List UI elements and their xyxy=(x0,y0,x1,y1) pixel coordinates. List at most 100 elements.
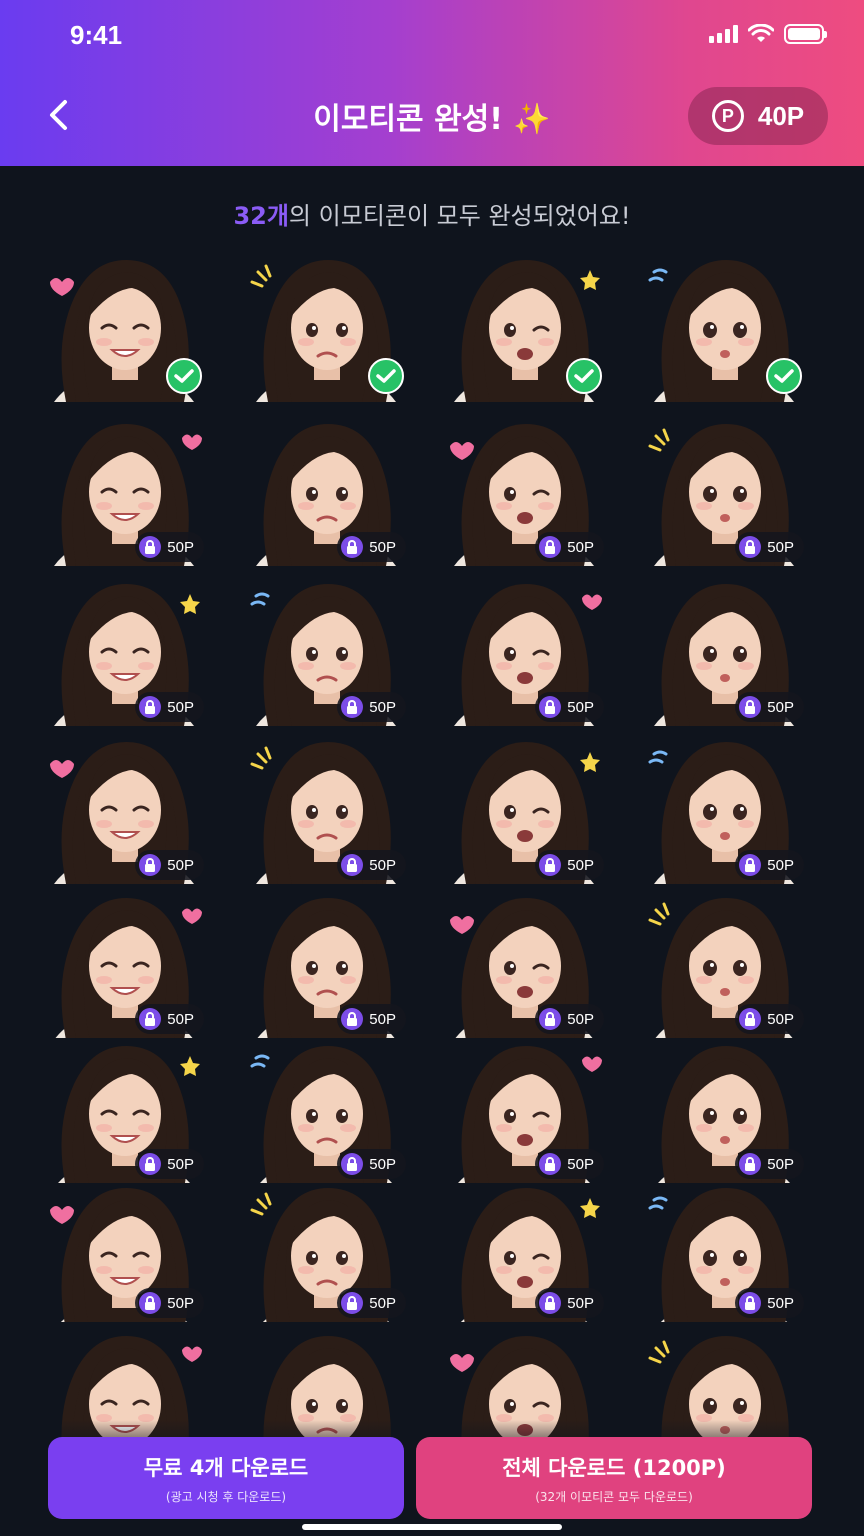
lock-icon xyxy=(739,1153,762,1175)
price-badge: 50P xyxy=(337,1149,406,1179)
emoticon-tile-sulky[interactable]: 50P xyxy=(640,1038,808,1183)
lock-icon xyxy=(739,536,762,558)
emoticon-grid: 50P 50P 50P 50P 50P 50P 50P 50P 50P 50P 50P 50P 50P 5… xyxy=(0,0,864,1536)
price-label: 50P xyxy=(369,1155,396,1173)
lock-icon xyxy=(739,1292,762,1314)
price-label: 50P xyxy=(167,698,194,716)
emoticon-tile-excited-sparkle[interactable]: 50P xyxy=(242,1180,410,1322)
price-label: 50P xyxy=(567,1294,594,1312)
price-badge: 50P xyxy=(535,692,604,722)
emoticon-tile-wink-star[interactable]: 50P xyxy=(640,576,808,726)
lock-icon xyxy=(139,1292,162,1314)
lock-icon xyxy=(341,1008,364,1030)
emoticon-tile-surprised-hand[interactable] xyxy=(640,252,808,402)
price-badge: 50P xyxy=(735,1288,804,1318)
price-label: 50P xyxy=(767,698,794,716)
price-label: 50P xyxy=(567,538,594,556)
all-download-sublabel: (32개 이모티콘 모두 다운로드) xyxy=(535,1489,693,1504)
emoticon-tile-sad-tear[interactable] xyxy=(242,252,410,402)
price-label: 50P xyxy=(767,538,794,556)
lock-icon xyxy=(139,1008,162,1030)
price-badge: 50P xyxy=(135,1004,204,1034)
price-badge: 50P xyxy=(337,1288,406,1318)
price-badge: 50P xyxy=(735,850,804,880)
emoticon-tile-wailing[interactable]: 50P xyxy=(440,734,608,884)
emoticon-tile-heart-eyes-kiss[interactable]: 50P xyxy=(40,416,208,566)
emoticon-tile-angry[interactable] xyxy=(440,252,608,402)
emoticon-tile-huff-pout[interactable]: 50P xyxy=(40,576,208,726)
lock-icon xyxy=(341,1153,364,1175)
emoticon-tile-panic-sweat[interactable]: 50P xyxy=(40,1180,208,1322)
emoticon-tile-grin-sparkle[interactable]: 50P xyxy=(40,734,208,884)
price-label: 50P xyxy=(567,1155,594,1173)
price-label: 50P xyxy=(369,856,396,874)
price-badge: 50P xyxy=(135,1288,204,1318)
price-badge: 50P xyxy=(535,1004,604,1034)
price-badge: 50P xyxy=(735,1004,804,1034)
price-label: 50P xyxy=(369,1294,396,1312)
price-label: 50P xyxy=(167,856,194,874)
price-label: 50P xyxy=(767,856,794,874)
price-badge: 50P xyxy=(135,692,204,722)
price-badge: 50P xyxy=(535,1288,604,1318)
check-icon xyxy=(166,358,202,394)
lock-icon xyxy=(341,854,364,876)
emoticon-tile-thinking-chin[interactable]: 50P xyxy=(640,416,808,566)
price-badge: 50P xyxy=(735,692,804,722)
price-label: 50P xyxy=(567,698,594,716)
lock-icon xyxy=(739,854,762,876)
all-download-button[interactable]: 전체 다운로드 (1200P) (32개 이모티콘 모두 다운로드) xyxy=(416,1437,812,1519)
emoticon-tile-pouting[interactable]: 50P xyxy=(640,890,808,1038)
check-icon xyxy=(368,358,404,394)
emoticon-tile-fighting[interactable]: 50P xyxy=(440,1038,608,1183)
lock-icon xyxy=(341,696,364,718)
price-badge: 50P xyxy=(535,1149,604,1179)
lock-icon xyxy=(539,536,562,558)
all-download-label: 전체 다운로드 (1200P) xyxy=(502,1455,726,1480)
price-badge: 50P xyxy=(535,850,604,880)
emoticon-tile-cheeks-hearts[interactable]: 50P xyxy=(440,890,608,1038)
emoticon-tile-worried[interactable]: 50P xyxy=(242,576,410,726)
price-badge: 50P xyxy=(135,1149,204,1179)
emoticon-tile-question[interactable]: 50P xyxy=(40,1038,208,1183)
emoticon-tile-laughing-kk[interactable]: 50P xyxy=(440,416,608,566)
price-label: 50P xyxy=(567,856,594,874)
price-badge: 50P xyxy=(337,1004,406,1034)
emoticon-tile-laugh-sweat[interactable]: 50P xyxy=(640,1180,808,1322)
emoticon-tile-smug-chin[interactable]: 50P xyxy=(640,734,808,884)
price-label: 50P xyxy=(767,1010,794,1028)
emoticon-tile-sleepy-zzz[interactable]: 50P xyxy=(242,734,410,884)
lock-icon xyxy=(739,1008,762,1030)
lock-icon xyxy=(139,696,162,718)
lock-icon xyxy=(139,854,162,876)
free-download-sublabel: (광고 시청 후 다운로드) xyxy=(165,1489,287,1504)
price-badge: 50P xyxy=(135,532,204,562)
check-icon xyxy=(566,358,602,394)
price-badge: 50P xyxy=(735,1149,804,1179)
price-label: 50P xyxy=(167,1155,194,1173)
price-badge: 50P xyxy=(337,850,406,880)
emoticon-tile-smile-hearts[interactable] xyxy=(40,252,208,402)
price-label: 50P xyxy=(567,1010,594,1028)
price-badge: 50P xyxy=(735,532,804,562)
price-badge: 50P xyxy=(535,532,604,562)
lock-icon xyxy=(739,696,762,718)
emoticon-tile-peace-wink[interactable]: 50P xyxy=(40,890,208,1038)
price-badge: 50P xyxy=(337,692,406,722)
emoticon-tile-nervous[interactable]: 50P xyxy=(242,890,410,1038)
free-download-button[interactable]: 무료 4개 다운로드 (광고 시청 후 다운로드) xyxy=(48,1437,404,1519)
lock-icon xyxy=(341,536,364,558)
price-label: 50P xyxy=(167,1010,194,1028)
price-label: 50P xyxy=(767,1294,794,1312)
emoticon-tile-dizzy[interactable]: 50P xyxy=(440,1180,608,1322)
emoticon-tile-crying[interactable]: 50P xyxy=(242,416,410,566)
emoticon-tile-blow-kiss[interactable]: 50P xyxy=(242,1038,410,1183)
price-label: 50P xyxy=(167,538,194,556)
lock-icon xyxy=(341,1292,364,1314)
check-icon xyxy=(766,358,802,394)
lock-icon xyxy=(539,854,562,876)
emoticon-tile-shocked-hands[interactable]: 50P xyxy=(440,576,608,726)
price-label: 50P xyxy=(369,1010,396,1028)
lock-icon xyxy=(139,536,162,558)
lock-icon xyxy=(139,1153,162,1175)
